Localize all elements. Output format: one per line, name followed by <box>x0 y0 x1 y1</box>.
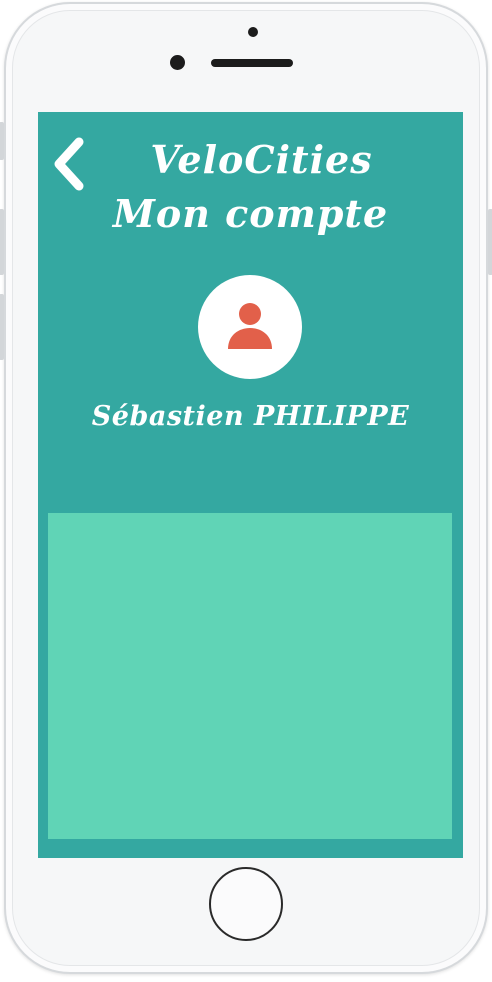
app-title: VeloCities <box>150 137 373 182</box>
front-camera <box>248 27 258 37</box>
proximity-sensor <box>170 55 185 70</box>
silent-switch <box>0 122 4 160</box>
app-screen: VeloCities Mon compte Sébastien PHILIPPE <box>38 112 463 858</box>
user-icon <box>228 303 272 349</box>
user-name: Sébastien PHILIPPE <box>91 401 410 432</box>
power-button <box>488 209 492 275</box>
page-title: Mon compte <box>112 191 389 236</box>
volume-up-button <box>0 209 4 275</box>
home-button[interactable] <box>209 867 283 941</box>
content-panel <box>48 513 452 839</box>
volume-down-button <box>0 294 4 360</box>
avatar[interactable] <box>198 275 302 379</box>
earpiece-speaker <box>211 59 293 67</box>
